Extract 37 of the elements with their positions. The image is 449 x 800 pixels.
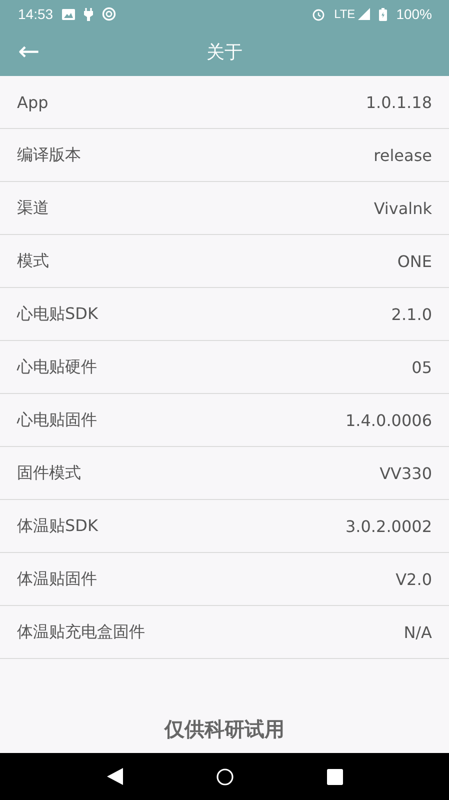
network-label: LTE: [334, 7, 356, 21]
row-label: 渠道: [17, 198, 49, 218]
row-value: 3.0.2.0002: [345, 516, 432, 536]
row-value: V2.0: [396, 570, 432, 588]
row-value: 05: [412, 358, 432, 376]
row-label: 体温贴充电盒固件: [17, 622, 145, 642]
row-value: VV330: [380, 464, 432, 482]
page-title: 关于: [206, 41, 242, 64]
row-value: ONE: [397, 252, 432, 270]
footer-note: 仅供科研试用: [164, 716, 284, 743]
row-value: 1.0.1.18: [366, 92, 432, 112]
back-icon[interactable]: [106, 768, 122, 785]
row-value: 2.1.0: [391, 304, 432, 324]
row-label: 心电贴硬件: [17, 356, 97, 378]
row-value: N/A: [404, 622, 432, 642]
row-value: release: [374, 146, 432, 164]
recents-icon[interactable]: [326, 768, 342, 784]
status-time: 14:53: [18, 6, 54, 22]
signal-icon: [358, 8, 370, 20]
battery-icon: [379, 8, 388, 20]
row-label: 体温贴固件: [17, 568, 97, 590]
row-label: 固件模式: [17, 462, 81, 484]
row-label: App: [17, 92, 48, 112]
back-button[interactable]: ←: [12, 36, 46, 68]
battery-percent: 100%: [396, 6, 432, 22]
row-value: Vivalnk: [374, 198, 432, 218]
row-label: 心电贴SDK: [17, 304, 98, 324]
sync-icon: [102, 7, 116, 21]
plug-icon: [84, 8, 94, 20]
row-value: 1.4.0.0006: [345, 410, 432, 430]
alarm-icon: [312, 8, 326, 20]
image-icon: [62, 8, 76, 20]
row-label: 心电贴固件: [17, 410, 97, 430]
row-label: 模式: [17, 250, 49, 272]
home-icon[interactable]: [216, 768, 234, 786]
row-label: 编译版本: [17, 144, 81, 166]
row-label: 体温贴SDK: [17, 516, 98, 536]
